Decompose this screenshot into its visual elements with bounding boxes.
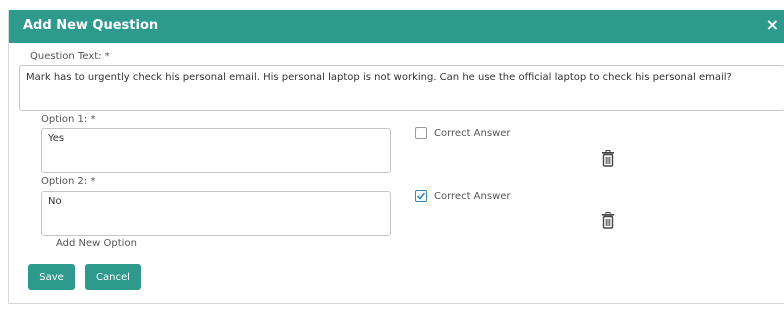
option-1-correct-label: Correct Answer [434,128,511,139]
option-1-correct-checkbox[interactable] [415,127,427,139]
add-new-option-link[interactable]: Add New Option [56,238,137,249]
cancel-button[interactable]: Cancel [85,264,141,290]
option-2-field[interactable]: No [41,191,391,236]
question-text-field[interactable]: Mark has to urgently check his personal … [19,65,784,111]
option-1-field[interactable]: Yes [41,128,391,173]
option-2-correct-checkbox[interactable] [415,190,427,202]
close-icon[interactable]: × [766,16,779,34]
option-1-label: Option 1: * [41,114,96,125]
trash-icon[interactable] [601,150,615,167]
dialog-header: Add New Question × [9,10,784,43]
add-question-dialog: Add New Question × Question Text: * Mark… [8,10,784,304]
option-2-label: Option 2: * [41,176,96,187]
option-2-correct-label: Correct Answer [434,191,511,202]
question-text-label: Question Text: * [30,51,110,62]
dialog-title: Add New Question [23,18,159,33]
checkmark-icon [416,192,426,200]
save-button[interactable]: Save [28,264,75,290]
trash-icon[interactable] [601,212,615,229]
